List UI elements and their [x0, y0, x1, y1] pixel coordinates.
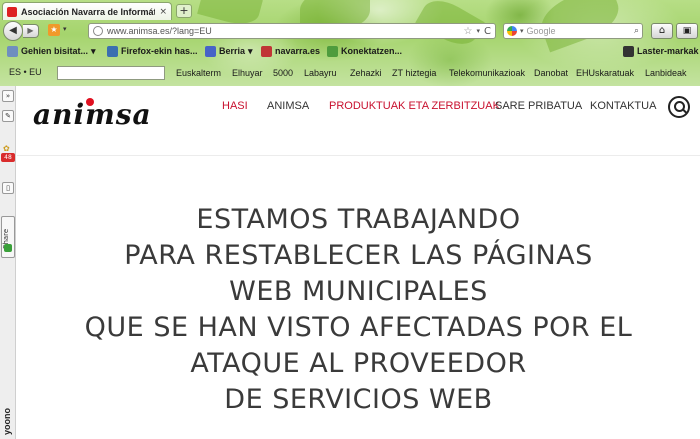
notification-badge[interactable]: 48 — [1, 153, 15, 162]
firefox-icon — [107, 45, 118, 57]
bookmark-star-icon[interactable]: ☆ — [464, 26, 473, 37]
search-input[interactable]: Google — [527, 26, 631, 36]
grid-icon — [261, 45, 272, 57]
navigation-toolbar: ◀ ▶ ★ ▾ www.animsa.es/?lang=EU ☆ ▾ C ▾ G… — [0, 20, 700, 42]
message-line: QUE SE HAN VISTO AFECTADAS POR EL — [84, 312, 633, 343]
search-bar[interactable]: ▾ Google ⌕ — [503, 23, 643, 39]
chevron-down-icon[interactable]: ▾ — [520, 27, 524, 35]
bookmark-label: Gehien bisitat... — [21, 46, 89, 56]
toolbar-link[interactable]: 5000 — [273, 68, 293, 78]
app-menu-icon[interactable]: ★ — [48, 24, 60, 36]
url-text[interactable]: www.animsa.es/?lang=EU — [107, 26, 460, 36]
message-line: ATAQUE AL PROVEEDOR — [190, 348, 527, 379]
url-bar[interactable]: www.animsa.es/?lang=EU ☆ ▾ C — [88, 23, 496, 39]
tool-icon[interactable]: ✎ — [2, 110, 14, 122]
rss-icon — [205, 45, 216, 57]
close-tab-icon[interactable]: × — [159, 7, 167, 17]
panel-icon[interactable]: ▯ — [2, 182, 14, 194]
bookmarks-star-icon — [623, 45, 634, 57]
language-select[interactable]: ES • EU — [9, 67, 42, 77]
bookmark-item[interactable]: Firefox-ekin has... — [107, 44, 198, 58]
toolbar-link[interactable]: Danobat — [534, 68, 568, 78]
bookmark-label: Laster-markak — [637, 46, 699, 56]
search-icon[interactable]: ⌕ — [634, 26, 639, 36]
nav-kontaktua[interactable]: KONTAKTUA — [590, 100, 656, 116]
message-line: WEB MUNICIPALES — [229, 276, 488, 307]
extension-button[interactable]: ▣ — [676, 23, 698, 39]
google-icon — [507, 26, 517, 36]
site-header: animsa HASI ANIMSA PRODUKTUAK ETA ZERBIT… — [17, 86, 700, 156]
bookmark-item[interactable]: Konektatzen... — [327, 44, 402, 58]
site-logo[interactable]: animsa — [33, 98, 163, 143]
nav-hasi[interactable]: HASI — [222, 100, 248, 116]
message-line: PARA RESTABLECER LAS PÁGINAS — [124, 240, 593, 271]
logo-dot — [86, 98, 94, 106]
reload-icon[interactable]: C — [484, 26, 491, 37]
nav-sare-pribatua[interactable]: SARE PRIBATUA — [495, 100, 582, 116]
dictionary-toolbar: ES • EU Euskalterm Elhuyar 5000 Labayru … — [0, 62, 700, 82]
new-tab-button[interactable]: + — [176, 4, 192, 18]
site-search-icon[interactable] — [668, 96, 690, 118]
bookmark-label: Firefox-ekin has... — [121, 46, 198, 56]
back-button[interactable]: ◀ — [3, 21, 23, 41]
dictionary-search-input[interactable] — [57, 66, 165, 80]
browser-tab-active[interactable]: Asociación Navarra de Informát... × — [2, 2, 172, 20]
chevron-down-icon[interactable]: ▾ — [63, 25, 67, 33]
browser-chrome: Asociación Navarra de Informát... × + ◀ … — [0, 0, 700, 86]
chevron-down-icon: ▾ — [248, 45, 253, 56]
bookmark-label: Berria — [219, 46, 246, 56]
chevron-down-icon[interactable]: ▾ — [477, 27, 481, 35]
message-line: ESTAMOS TRABAJANDO — [196, 204, 521, 235]
toolbar-link[interactable]: Elhuyar — [232, 68, 263, 78]
bookmark-label: Konektatzen... — [341, 46, 403, 56]
toolbar-link[interactable]: Telekomunikazioak — [449, 68, 525, 78]
forward-button[interactable]: ▶ — [23, 24, 39, 38]
tab-favicon-icon — [7, 6, 17, 17]
yoono-logo: yoono — [2, 408, 12, 435]
nav-produktuak-eta-zerbitzuak[interactable]: PRODUKTUAK ETA ZERBITZUAK — [329, 100, 500, 116]
toolbar-link[interactable]: ZT hiztegia — [392, 68, 436, 78]
chevron-down-icon: ▾ — [91, 45, 96, 56]
share-icon — [4, 244, 12, 252]
bookmark-item[interactable]: Gehien bisitat... ▾ — [7, 44, 96, 58]
bookmark-item[interactable]: Berria ▾ — [205, 44, 253, 58]
bookmark-label: navarra.es — [275, 46, 321, 56]
toolbar-link[interactable]: EHUskaratuak — [576, 68, 634, 78]
bookmark-item[interactable]: navarra.es — [261, 44, 320, 58]
nav-animsa[interactable]: ANIMSA — [267, 100, 309, 116]
maintenance-message: ESTAMOS TRABAJANDO PARA RESTABLECER LAS … — [17, 202, 700, 418]
toolbar-link[interactable]: Labayru — [304, 68, 337, 78]
bookmark-item[interactable]: Laster-markak — [623, 44, 699, 58]
flower-icon[interactable]: ✿ — [3, 144, 13, 153]
message-line: DE SERVICIOS WEB — [224, 384, 493, 415]
expand-sidebar-icon[interactable]: » — [2, 90, 14, 102]
yoono-sidebar: » ✎ ✿ 48 ▯ Share yoono — [0, 86, 16, 439]
toolbar-link[interactable]: Lanbideak — [645, 68, 687, 78]
toolbar-link[interactable]: Euskalterm — [176, 68, 221, 78]
plug-icon — [327, 45, 338, 57]
folder-icon — [7, 45, 18, 57]
toolbar-link[interactable]: Zehazki — [350, 68, 382, 78]
tab-title: Asociación Navarra de Informát... — [21, 6, 156, 17]
globe-icon — [93, 26, 103, 36]
web-page: animsa HASI ANIMSA PRODUKTUAK ETA ZERBIT… — [17, 86, 700, 439]
home-button[interactable]: ⌂ — [651, 23, 673, 39]
bookmarks-bar: Gehien bisitat... ▾ Firefox-ekin has... … — [0, 42, 700, 60]
